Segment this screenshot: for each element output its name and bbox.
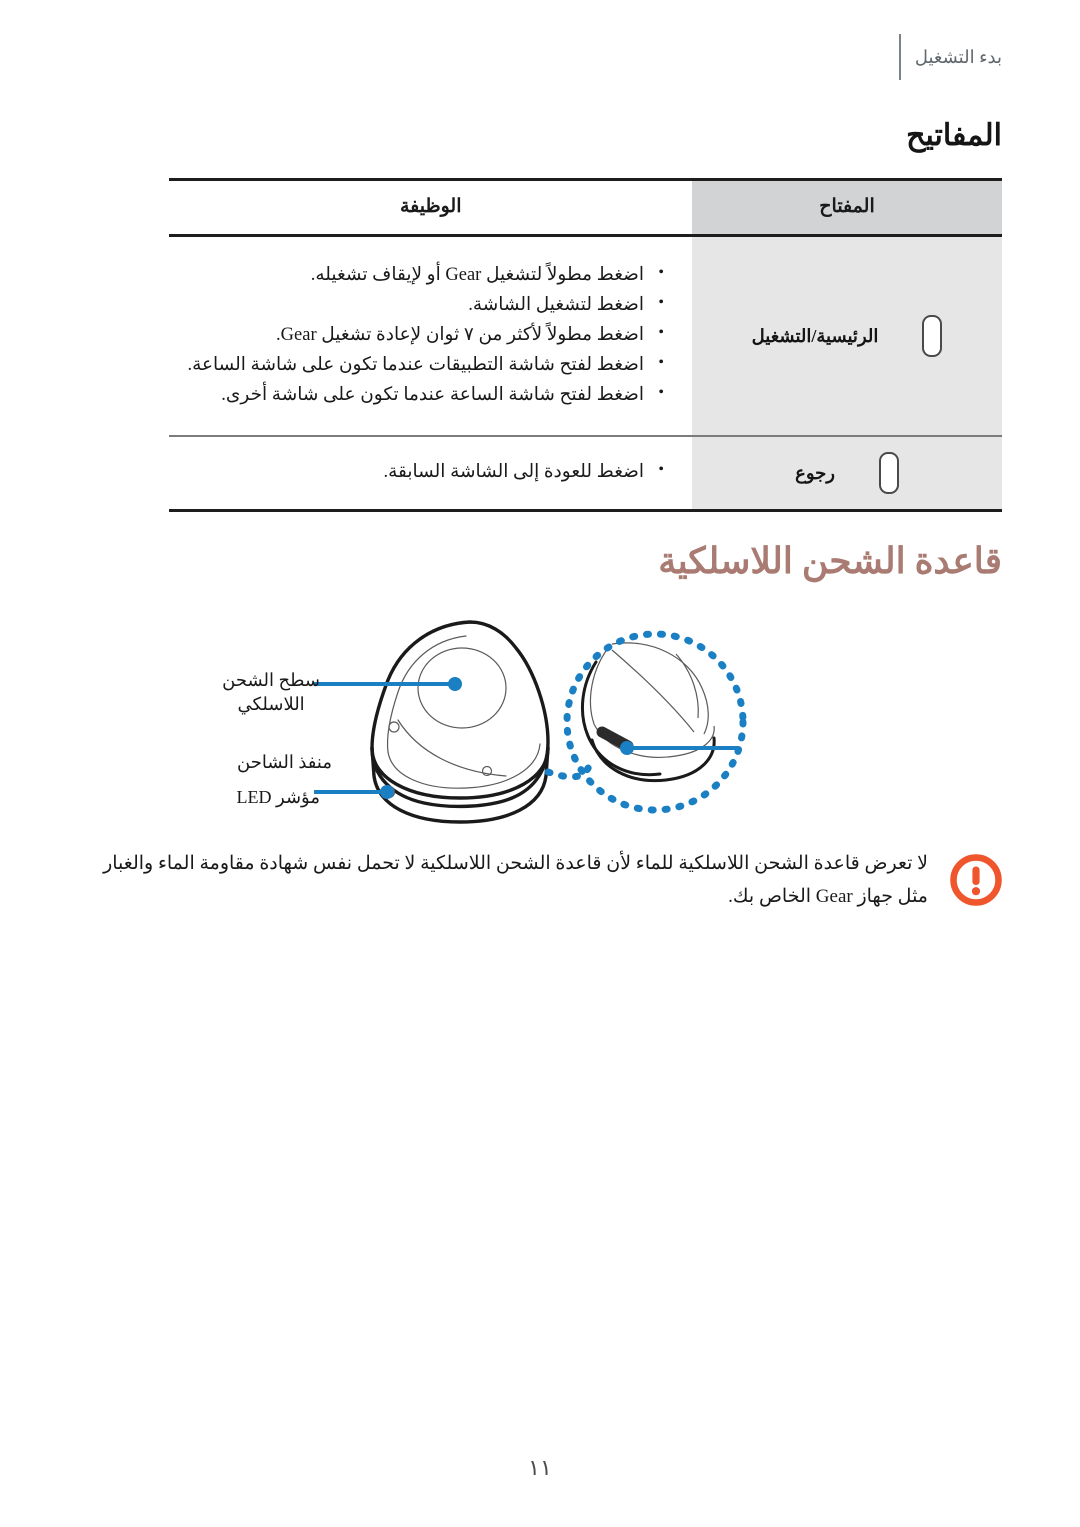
keys-table-header: المفتاح الوظيفة	[169, 178, 1002, 237]
keys-table-body: الرئيسية/التشغيل اضغط مطولاً لتشغيل Gear…	[169, 235, 1002, 512]
page-number: ١١	[528, 1455, 552, 1480]
page-title: المفاتيح	[906, 119, 1002, 152]
diagram-label-charger-port: منفذ الشاحن	[237, 752, 332, 772]
warning-exclamation-icon	[950, 854, 1002, 906]
key-label-power: الرئيسية/التشغيل	[751, 325, 879, 346]
function-list-back: اضغط للعودة إلى الشاشة السابقة.	[187, 457, 666, 488]
wireless-charging-dock-illustration: سطح الشحن اللاسلكي مؤشر LED منفذ الشاحن	[0, 600, 1080, 850]
pill-button-icon	[878, 452, 899, 494]
magnifier-connector	[544, 756, 596, 781]
key-label-back: رجوع	[795, 462, 835, 483]
warning-note: لا تعرض قاعدة الشحن اللاسلكية للماء لأن …	[78, 848, 1002, 913]
list-item: اضغط لفتح شاشة التطبيقات عندما تكون على …	[187, 350, 666, 381]
list-item: اضغط مطولاً لتشغيل Gear أو لإيقاف تشغيله…	[187, 260, 666, 291]
list-item: اضغط مطولاً لأكثر من ٧ ثوان لإعادة تشغيل…	[187, 320, 666, 351]
column-header-key: المفتاح	[692, 178, 1002, 237]
dock-detail-outline	[581, 660, 716, 783]
diagram-label-charging-surface: سطح الشحن اللاسلكي	[222, 668, 320, 717]
manual-page: بدء التشغيل المفاتيح المفتاح الوظيفة الر…	[0, 0, 1080, 1527]
dock-body-outline	[370, 620, 550, 824]
dock-inner-detail	[382, 635, 541, 799]
column-header-function: الوظيفة	[169, 178, 692, 237]
table-row: رجوع اضغط للعودة إلى الشاشة السابقة.	[169, 436, 1002, 512]
keys-table: المفتاح الوظيفة الرئيسية/التشغيل اضغط مط…	[169, 178, 1002, 512]
leader-dot-charging-surface	[448, 677, 462, 691]
diagram-label-charging-surface-line1: سطح الشحن	[222, 670, 320, 690]
diagram-label-led-indicator: مؤشر LED	[236, 787, 320, 807]
section-heading-wireless-charging: قاعدة الشحن اللاسلكية	[658, 541, 1002, 581]
running-header: بدء التشغيل	[898, 34, 1002, 80]
table-row: الرئيسية/التشغيل اضغط مطولاً لتشغيل Gear…	[169, 235, 1002, 437]
list-item: اضغط للعودة إلى الشاشة السابقة.	[187, 457, 666, 488]
function-list-power: اضغط مطولاً لتشغيل Gear أو لإيقاف تشغيله…	[187, 260, 666, 411]
leader-lines	[314, 677, 738, 799]
leader-dot-charger-port	[620, 741, 634, 755]
list-item: اضغط لفتح شاشة الساعة عندما تكون على شاش…	[187, 380, 666, 411]
key-cell-back: رجوع	[692, 436, 1002, 512]
running-header-text: بدء التشغيل	[914, 46, 1002, 67]
warning-note-text: لا تعرض قاعدة الشحن اللاسلكية للماء لأن …	[103, 853, 928, 907]
dock-diagram-svg	[314, 620, 747, 824]
leader-dot-led	[380, 785, 394, 799]
pill-button-icon	[922, 315, 943, 357]
function-cell-back: اضغط للعودة إلى الشاشة السابقة.	[169, 436, 692, 512]
diagram-label-charging-surface-line2: اللاسلكي	[237, 694, 305, 715]
list-item: اضغط لتشغيل الشاشة.	[187, 290, 666, 321]
table-header-row: المفتاح الوظيفة	[169, 178, 1002, 237]
key-cell-power: الرئيسية/التشغيل	[692, 235, 1002, 437]
running-header-divider	[898, 34, 901, 80]
function-cell-power: اضغط مطولاً لتشغيل Gear أو لإيقاف تشغيله…	[169, 235, 692, 437]
